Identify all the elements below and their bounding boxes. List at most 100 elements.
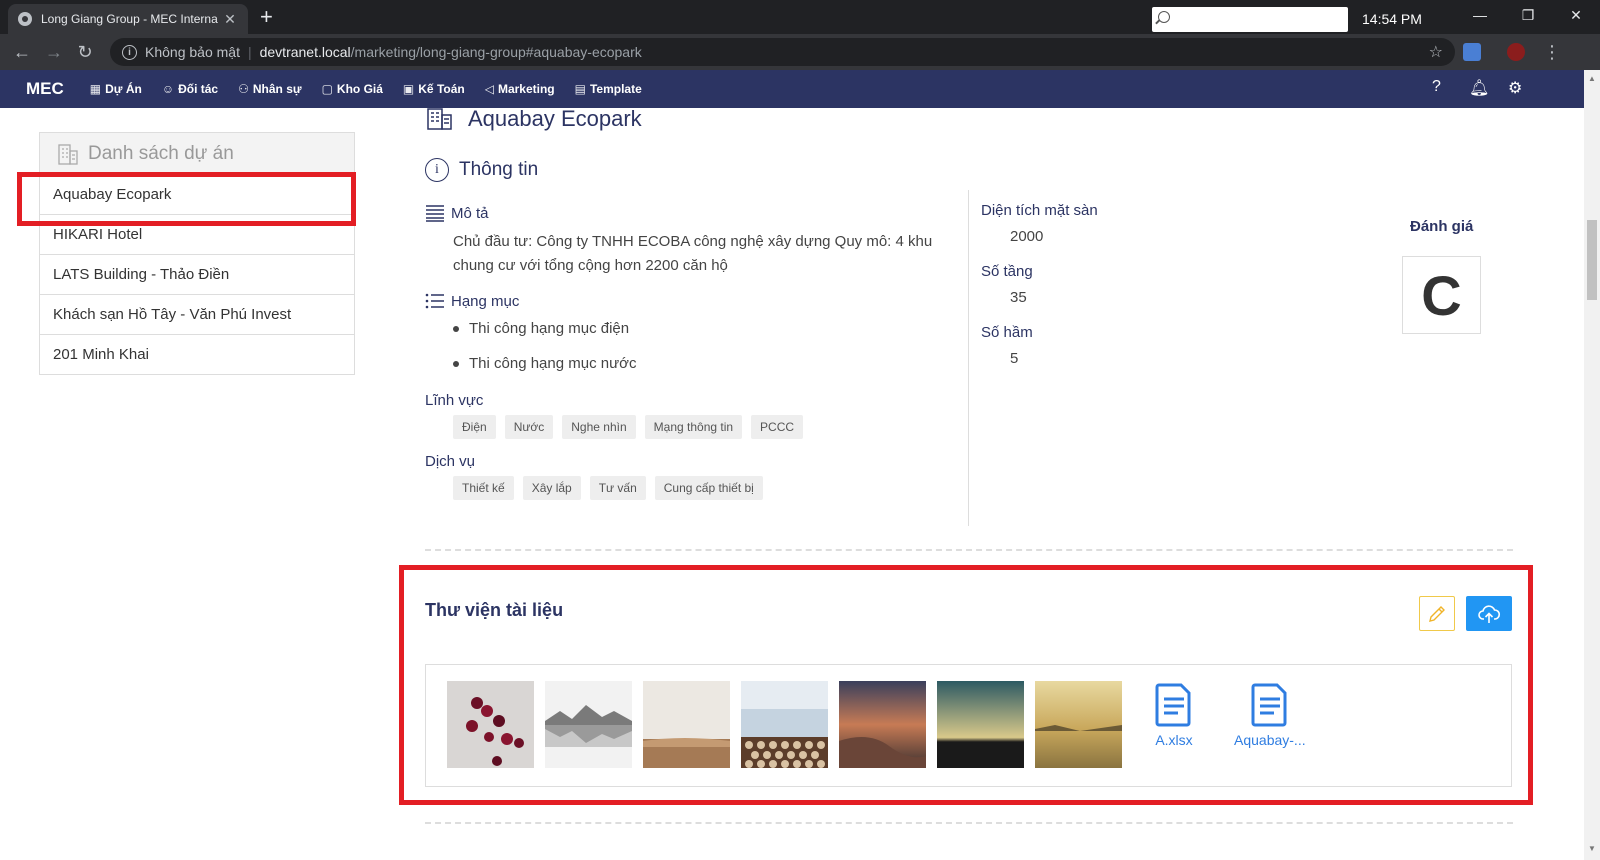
- more-menu-icon[interactable]: ⋮: [1540, 40, 1564, 64]
- minimize-icon[interactable]: —: [1456, 0, 1504, 30]
- info-section-label: Thông tin: [459, 159, 539, 180]
- nav-item-nhan-su[interactable]: ⚇ Nhân sự: [238, 82, 301, 96]
- area-label: Diện tích mặt sàn: [981, 202, 1098, 219]
- project-list-title: Danh sách dự án: [88, 143, 234, 164]
- floors-label: Số tầng: [981, 263, 1033, 280]
- project-list-header: Danh sách dự án: [39, 132, 355, 175]
- service-tag: Xây lắp: [522, 476, 581, 500]
- column-divider: [968, 190, 969, 526]
- field-tag: Mạng thông tin: [644, 415, 743, 439]
- forward-arrow-icon[interactable]: →: [42, 40, 66, 64]
- search-input[interactable]: [1152, 7, 1348, 32]
- info-section-title: i Thông tin: [425, 158, 538, 182]
- brand-logo[interactable]: MEC: [26, 79, 64, 99]
- item-electric: Thi công hạng mục điện: [453, 320, 629, 337]
- area-value: 2000: [1010, 228, 1044, 245]
- field-tag: Nghe nhìn: [562, 415, 636, 439]
- browser-tab[interactable]: Long Giang Group - MEC Interna ✕: [8, 4, 248, 34]
- project-title: Aquabay Ecopark: [426, 106, 642, 132]
- info-icon: i: [425, 158, 449, 182]
- service-tag: Thiết kế: [453, 476, 514, 500]
- window-controls: — ❐ ✕: [1456, 0, 1600, 30]
- nav-item-ke-toan[interactable]: ▣ Kế Toán: [403, 82, 465, 96]
- building-icon: [58, 144, 78, 165]
- item-water: Thi công hạng mục nước: [453, 355, 636, 372]
- partner-icon: ☺: [161, 82, 175, 96]
- field-tag: PCCC: [751, 415, 804, 439]
- restore-icon[interactable]: ❐: [1504, 0, 1552, 30]
- document-icon: ▤: [574, 82, 586, 96]
- info-icon[interactable]: i: [122, 44, 137, 60]
- browser-toolbar: ← → ↻ i Không bảo mật | devtranet.local …: [0, 34, 1600, 70]
- description-line-2: chung cư với tổng cộng hơn 2200 căn hộ: [453, 257, 728, 274]
- building-icon: ▦: [89, 82, 102, 96]
- search-icon: [1158, 11, 1170, 23]
- url-path: /marketing/long-giang-group#aquabay-ecop…: [350, 44, 642, 60]
- list-icon: [425, 293, 444, 309]
- project-list-panel: Danh sách dự án Aquabay Ecopark HIKARI H…: [39, 132, 355, 375]
- clock-time: 14:54 PM: [1362, 11, 1422, 27]
- project-title-text: Aquabay Ecopark: [468, 106, 642, 131]
- service-tag: Cung cấp thiết bị: [654, 476, 763, 500]
- fields-label: Lĩnh vực: [425, 392, 484, 409]
- description-label: Mô tả: [425, 204, 489, 222]
- section-divider: [425, 822, 1513, 824]
- project-item-lats[interactable]: LATS Building - Thảo Điền: [39, 255, 355, 295]
- price-icon: ▢: [321, 82, 333, 96]
- field-tag: Nước: [504, 415, 554, 439]
- description-label-text: Mô tả: [451, 204, 489, 222]
- services-label: Dịch vụ: [425, 453, 476, 470]
- back-arrow-icon[interactable]: ←: [10, 40, 34, 64]
- tab-title: Long Giang Group - MEC Interna: [41, 12, 218, 26]
- help-icon[interactable]: ?: [1432, 78, 1441, 96]
- nav-label: Đối tác: [178, 82, 219, 96]
- scroll-down-arrow-icon[interactable]: ▼: [1588, 844, 1596, 853]
- bookmark-star-icon[interactable]: ☆: [1429, 42, 1443, 62]
- project-item-minh-khai[interactable]: 201 Minh Khai: [39, 335, 355, 375]
- nav-item-doi-tac[interactable]: ☺ Đối tác: [162, 82, 218, 96]
- project-item-label: LATS Building - Thảo Điền: [53, 266, 230, 283]
- close-icon[interactable]: ✕: [222, 11, 238, 28]
- nav-label: Kế Toán: [418, 82, 465, 96]
- rating-label: Đánh giá: [1410, 218, 1474, 235]
- items-label-text: Hạng mục: [451, 292, 520, 310]
- items-label: Hạng mục: [425, 292, 519, 310]
- highlight-annotation-box: [17, 172, 356, 226]
- translate-extension-icon[interactable]: [1463, 43, 1481, 61]
- description-line-1: Chủ đầu tư: Công ty TNHH ECOBA công nghệ…: [453, 233, 933, 250]
- scrollbar-thumb[interactable]: [1587, 220, 1597, 300]
- globe-icon: [18, 12, 32, 26]
- nav-label: Dự Án: [105, 82, 142, 96]
- nav-item-kho-gia[interactable]: ▢ Kho Giá: [322, 82, 383, 96]
- scroll-up-arrow-icon[interactable]: ▲: [1588, 74, 1596, 83]
- nav-item-marketing[interactable]: ◁ Marketing: [485, 82, 555, 96]
- nav-label: Kho Giá: [336, 82, 383, 96]
- building-icon: [427, 108, 452, 130]
- basements-label: Số hầm: [981, 324, 1033, 341]
- url-bar[interactable]: i Không bảo mật | devtranet.local /marke…: [110, 38, 1455, 66]
- nav-label: Template: [589, 82, 642, 96]
- profile-avatar-icon[interactable]: [1507, 43, 1525, 61]
- services-tags: Thiết kế Xây lắp Tư vấn Cung cấp thiết b…: [453, 476, 763, 500]
- nav-item-template[interactable]: ▤ Template: [575, 82, 642, 96]
- user-settings-icon[interactable]: ⚙: [1508, 78, 1522, 98]
- page-scrollbar[interactable]: ▲ ▼: [1584, 70, 1600, 860]
- project-item-ho-tay[interactable]: Khách sạn Hồ Tây - Văn Phú Invest: [39, 295, 355, 335]
- app-navbar: MEC ▦ Dự Án ☺ Đối tác ⚇ Nhân sự ▢ Kho Giá ▣ K…: [0, 70, 1584, 108]
- service-tag: Tư vấn: [589, 476, 646, 500]
- rating-badge: C: [1402, 256, 1481, 334]
- nav-item-du-an[interactable]: ▦ Dự Án: [90, 82, 142, 96]
- close-window-icon[interactable]: ✕: [1552, 0, 1600, 30]
- accounting-icon: ▣: [402, 82, 415, 96]
- text-lines-icon: [426, 205, 444, 222]
- notification-bell-icon[interactable]: 🔔︎: [1469, 78, 1489, 98]
- project-item-label: Khách sạn Hồ Tây - Văn Phú Invest: [53, 306, 292, 323]
- fields-tags: Điện Nước Nghe nhìn Mạng thông tin PCCC: [453, 415, 804, 439]
- new-tab-button[interactable]: +: [260, 4, 273, 30]
- basements-value: 5: [1010, 350, 1019, 367]
- project-item-label: HIKARI Hotel: [53, 226, 143, 243]
- reload-icon[interactable]: ↻: [73, 40, 97, 64]
- megaphone-icon: ◁: [484, 82, 494, 96]
- field-tag: Điện: [453, 415, 496, 439]
- nav-label: Nhân sự: [252, 82, 302, 96]
